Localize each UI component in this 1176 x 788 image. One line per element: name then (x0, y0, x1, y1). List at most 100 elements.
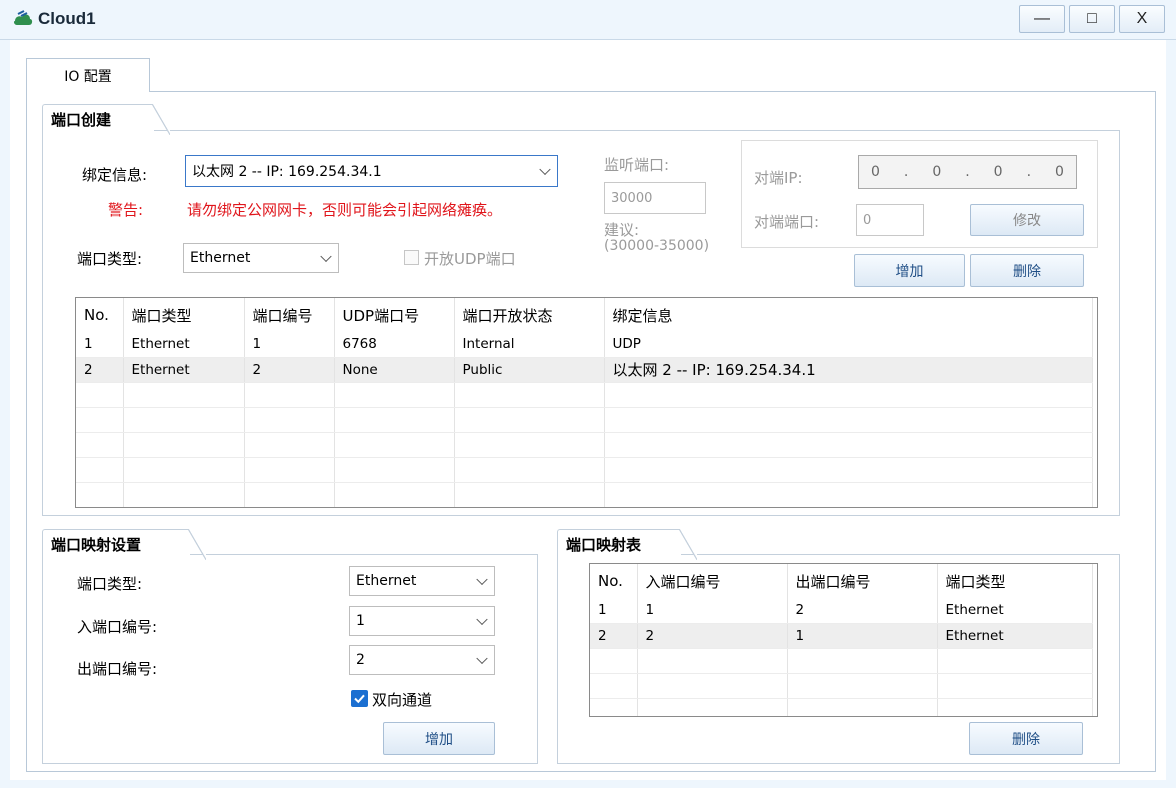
col-header[interactable]: 端口类型 (123, 298, 245, 332)
window-title: Cloud1 (38, 9, 96, 28)
bidirectional-checkbox[interactable] (351, 690, 368, 707)
port-type-select[interactable]: Ethernet (183, 243, 339, 273)
cell: None (334, 357, 455, 383)
table-row[interactable]: 1 Ethernet 1 6768 Internal UDP (76, 332, 1093, 358)
title-bar (0, 0, 1176, 40)
cell: Internal (454, 332, 605, 358)
map-table: No. 入端口编号 出端口编号 端口类型 1 1 2 Ethernet 2 2 … (589, 563, 1098, 717)
col-header[interactable]: 绑定信息 (604, 298, 1093, 332)
table-header-row: No. 端口类型 端口编号 UDP端口号 端口开放状态 绑定信息 (76, 298, 1093, 332)
in-port-select[interactable]: 1 (349, 606, 495, 636)
map-port-type-label: 端口类型: (77, 575, 143, 593)
port-type-label: 端口类型: (77, 250, 143, 268)
cell: UDP (604, 332, 1093, 358)
out-port-select[interactable]: 2 (349, 645, 495, 675)
out-port-label: 出端口编号: (77, 660, 158, 678)
peer-port-input[interactable]: 0 (856, 204, 924, 236)
table-row-empty (76, 382, 1093, 408)
col-header[interactable]: 端口开放状态 (454, 298, 605, 332)
bidirectional-label: 双向通道 (372, 691, 433, 709)
checkmark-icon (354, 694, 365, 704)
suggest-label: 建议: (604, 221, 640, 239)
col-header[interactable]: UDP端口号 (334, 298, 455, 332)
peer-ip-octet-1: 0 (870, 164, 880, 180)
peer-ip-octet-4: 0 (1055, 164, 1064, 180)
table-row[interactable]: 2 Ethernet 2 None Public 以太网 2 -- IP: 16… (76, 357, 1093, 383)
delete-mapping-button[interactable]: 删除 (969, 722, 1083, 755)
peer-ip-octet-2: 0 (932, 164, 942, 180)
cell: 1 (76, 332, 124, 358)
cell: Ethernet (937, 598, 1093, 624)
map-port-type-select[interactable]: Ethernet (349, 566, 495, 596)
window-frame-left (0, 40, 10, 788)
cell: 6768 (334, 332, 455, 358)
peer-ip-label: 对端IP: (754, 169, 803, 187)
table-row[interactable]: 2 2 1 Ethernet (590, 623, 1093, 649)
window-frame-bottom (0, 780, 1176, 788)
port-table: No. 端口类型 端口编号 UDP端口号 端口开放状态 绑定信息 1 Ether… (75, 297, 1098, 508)
cell: 2 (590, 623, 638, 649)
cell: 1 (787, 623, 938, 649)
table-row-empty (76, 457, 1093, 483)
udp-open-checkbox[interactable] (404, 250, 419, 265)
cell: Public (454, 357, 605, 383)
col-header[interactable]: 出端口编号 (787, 564, 938, 598)
cell: 1 (590, 598, 638, 624)
col-header[interactable]: 端口编号 (244, 298, 335, 332)
chevron-down-icon (539, 163, 551, 176)
chevron-down-icon (320, 250, 332, 263)
minimize-button[interactable]: — (1019, 5, 1065, 33)
cell: Ethernet (937, 623, 1093, 649)
delete-port-button[interactable]: 删除 (970, 254, 1084, 287)
add-port-button[interactable]: 增加 (854, 254, 965, 287)
col-header[interactable]: No. (76, 298, 124, 332)
maximize-button[interactable]: □ (1069, 5, 1115, 33)
table-row-empty (76, 432, 1093, 458)
table-row-empty (590, 673, 1093, 699)
port-create-group-title: 端口创建 (42, 104, 170, 135)
warning-label: 警告: (108, 201, 144, 219)
table-header-row: No. 入端口编号 出端口编号 端口类型 (590, 564, 1093, 598)
cell: 2 (244, 357, 335, 383)
cell: 2 (637, 623, 788, 649)
table-row-empty (76, 407, 1093, 433)
bind-info-label: 绑定信息: (82, 166, 148, 184)
close-button[interactable]: X (1119, 5, 1165, 33)
table-row[interactable]: 1 1 2 Ethernet (590, 598, 1093, 624)
col-header[interactable]: No. (590, 564, 638, 598)
listen-port-input[interactable]: 30000 (604, 182, 706, 214)
bind-info-select[interactable]: 以太网 2 -- IP: 169.254.34.1 (185, 155, 558, 187)
ip-dot: . (965, 164, 970, 180)
table-row-empty (590, 648, 1093, 674)
ip-dot: . (1026, 164, 1032, 180)
chevron-down-icon (476, 652, 488, 665)
col-header[interactable]: 入端口编号 (637, 564, 788, 598)
ip-dot: . (903, 164, 909, 180)
in-port-label: 入端口编号: (77, 618, 158, 636)
cell: 2 (76, 357, 124, 383)
cell: 1 (637, 598, 788, 624)
bind-info-value: 以太网 2 -- IP: 169.254.34.1 (192, 164, 382, 180)
col-header[interactable]: 端口类型 (937, 564, 1093, 598)
map-port-type-value: Ethernet (356, 573, 417, 589)
modify-button[interactable]: 修改 (970, 204, 1084, 236)
in-port-value: 1 (356, 613, 365, 629)
cloud-app-icon (12, 9, 34, 31)
window-frame-right (1166, 40, 1176, 788)
tab-io-config[interactable]: IO 配置 (26, 58, 150, 92)
chevron-down-icon (476, 573, 488, 586)
cell: Ethernet (123, 332, 245, 358)
port-type-value: Ethernet (190, 250, 251, 266)
cell: 2 (787, 598, 938, 624)
peer-ip-octet-3: 0 (993, 164, 1003, 180)
table-row-empty (590, 698, 1093, 716)
add-mapping-button[interactable]: 增加 (383, 722, 495, 755)
udp-open-label: 开放UDP端口 (424, 250, 516, 268)
map-settings-group-title: 端口映射设置 (42, 529, 206, 560)
table-row-empty (76, 482, 1093, 507)
cell: 以太网 2 -- IP: 169.254.34.1 (604, 357, 1093, 383)
peer-ip-input[interactable]: 0. 0. 0. 0 (858, 155, 1077, 189)
listen-port-label: 监听端口: (604, 156, 670, 174)
chevron-down-icon (476, 613, 488, 626)
peer-port-label: 对端端口: (754, 213, 820, 231)
